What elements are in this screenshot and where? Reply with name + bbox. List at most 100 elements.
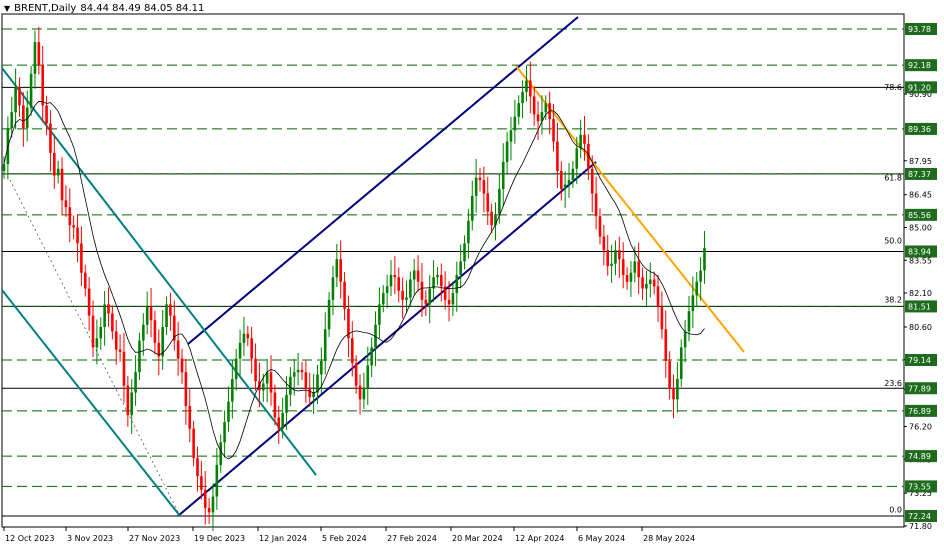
- candle-bear: [68, 207, 72, 226]
- level-badge-label: 81.51: [908, 302, 931, 311]
- fib-level-label: 0.0: [889, 506, 902, 515]
- candle-bull: [219, 442, 223, 465]
- price-tick-label: 82.10: [909, 289, 932, 298]
- candle-bear: [91, 315, 95, 348]
- candle-bull: [335, 259, 339, 278]
- candle-bull: [362, 388, 366, 400]
- candle-bear: [559, 170, 563, 190]
- candle-bull: [29, 73, 33, 108]
- level-badge-label: 93.78: [908, 25, 931, 34]
- candle-bull: [691, 295, 695, 312]
- candle-bear: [246, 333, 250, 339]
- candle-bull: [56, 168, 60, 176]
- candle-bull: [234, 358, 238, 379]
- candle-bull: [281, 412, 284, 429]
- candle-bull: [412, 270, 416, 280]
- candle-bear: [53, 152, 56, 176]
- level-badge-label: 85.56: [908, 211, 931, 220]
- candle-bear: [45, 105, 48, 124]
- fib-level-label: 38.2: [884, 295, 902, 304]
- candle-bull: [14, 87, 17, 113]
- candle-bear: [598, 216, 602, 237]
- price-tick-label: 87.95: [909, 157, 932, 166]
- candle-bull: [95, 338, 99, 348]
- candle-bull: [648, 279, 652, 285]
- candle-bear: [49, 123, 52, 153]
- fib-level-label: 61.8: [884, 173, 902, 182]
- date-tick-label: 28 May 2024: [643, 534, 695, 543]
- candle-bear: [111, 313, 114, 332]
- candle-bear: [354, 363, 358, 386]
- candle-bear: [672, 388, 675, 400]
- level-badge-label: 73.55: [908, 482, 931, 491]
- candle-bear: [192, 428, 195, 459]
- candle-bear: [196, 458, 199, 477]
- plot-frame: [1, 13, 905, 528]
- candle-bear: [107, 304, 110, 314]
- candle-bull: [699, 270, 702, 282]
- date-tick-label: 27 Nov 2023: [129, 534, 180, 543]
- candle-bear: [188, 406, 192, 429]
- candle-bull: [215, 464, 219, 497]
- candle-bear: [660, 306, 664, 330]
- level-badge-label: 77.89: [908, 384, 931, 393]
- candle-bull: [99, 326, 103, 339]
- date-tick-label: 27 Feb 2024: [387, 534, 437, 543]
- candle-bull: [436, 274, 439, 278]
- candle-bear: [304, 372, 308, 389]
- chart-root: ▼ BRENT,Daily 84.44 84.49 84.05 84.11 78.6…: [0, 0, 944, 549]
- candle-bull: [544, 103, 548, 113]
- moving-average-line: [3, 100, 705, 460]
- candle-bear: [184, 372, 188, 407]
- candle-bull: [261, 383, 265, 391]
- price-tick-label: 76.20: [909, 422, 932, 431]
- candle-bull: [33, 42, 37, 74]
- candle-bear: [351, 338, 354, 364]
- candle-bull: [455, 274, 459, 294]
- candle-bull: [676, 378, 679, 400]
- candle-bull: [366, 365, 370, 389]
- price-tick-label: 71.80: [909, 522, 932, 531]
- candle-bull: [505, 141, 509, 162]
- date-tick-label: 3 Nov 2023: [67, 534, 113, 543]
- candle-bull: [633, 261, 637, 273]
- candle-bear: [269, 372, 273, 393]
- candle-bull: [292, 372, 296, 377]
- candle-bear: [207, 507, 211, 513]
- candle-bear: [486, 193, 490, 212]
- candle-bull: [451, 293, 455, 305]
- candle-bear: [420, 281, 424, 300]
- date-tick-label: 5 Feb 2024: [322, 534, 367, 543]
- candle-bear: [153, 320, 157, 343]
- candle-bear: [416, 270, 420, 282]
- candle-bull: [579, 134, 582, 149]
- candle-bull: [227, 401, 230, 422]
- price-tick-label: 85.00: [909, 224, 932, 233]
- candle-bear: [583, 134, 586, 144]
- candle-bear: [556, 141, 559, 171]
- candle-bull: [231, 378, 234, 402]
- candle-bear: [440, 274, 443, 287]
- candle-bear: [618, 250, 621, 260]
- candle-bull: [211, 496, 215, 513]
- candle-bear: [176, 340, 180, 359]
- candle-bull: [130, 392, 134, 416]
- candle-bull: [323, 329, 327, 361]
- candle-bull: [428, 288, 431, 305]
- candle-bull: [683, 331, 687, 348]
- candle-bull: [567, 180, 571, 185]
- level-badge-label: 74.89: [908, 452, 931, 461]
- fib-level-label: 23.6: [884, 379, 902, 388]
- candle-bull: [370, 347, 373, 366]
- candle-bull: [331, 277, 335, 300]
- candle-bear: [22, 105, 25, 129]
- candle-bull: [2, 164, 6, 171]
- candle-bull: [687, 311, 691, 332]
- candle-bear: [180, 358, 184, 373]
- price-tick-label: 86.45: [909, 191, 932, 200]
- candle-bear: [277, 417, 281, 429]
- candle-bear: [652, 279, 656, 287]
- candle-bull: [703, 247, 706, 271]
- candle-bull: [474, 177, 478, 196]
- candle-bull: [223, 421, 226, 443]
